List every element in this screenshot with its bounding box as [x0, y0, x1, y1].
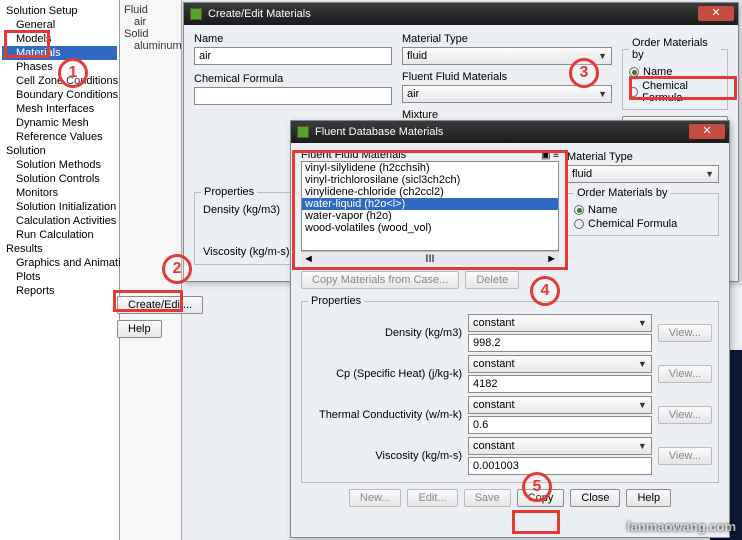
close-icon[interactable]: ✕ — [689, 124, 725, 139]
chemical-formula-label: Chemical Formula — [194, 73, 392, 85]
dialog-title: Create/Edit Materials — [208, 8, 311, 20]
nav-item[interactable]: Solution Initialization — [2, 200, 117, 214]
material-type-label: Material Type — [567, 151, 719, 163]
view-button[interactable]: View... — [658, 406, 712, 424]
chemical-formula-input[interactable] — [194, 87, 392, 105]
nav-item[interactable]: Mesh Interfaces — [2, 102, 117, 116]
nav-header-solution: Solution — [2, 144, 117, 158]
scroll-right-icon[interactable]: ► — [546, 253, 557, 265]
new-button[interactable]: New... — [349, 489, 402, 507]
nav-item[interactable]: Monitors — [2, 186, 117, 200]
thermal-conductivity-label: Thermal Conductivity (w/m-k) — [308, 409, 462, 421]
nav-item[interactable]: Calculation Activities — [2, 214, 117, 228]
app-icon — [190, 8, 202, 20]
nav-item[interactable]: Run Calculation — [2, 228, 117, 242]
list-item[interactable]: wood-volatiles (wood_vol) — [302, 222, 558, 234]
nav-item[interactable]: Solution Methods — [2, 158, 117, 172]
name-input[interactable] — [194, 47, 392, 65]
edit-button[interactable]: Edit... — [407, 489, 457, 507]
help-button[interactable]: Help — [117, 320, 162, 338]
nav-header-results: Results — [2, 242, 117, 256]
nav-item[interactable]: Solution Controls — [2, 172, 117, 186]
order-materials-group: Order Materials by Name Chemical Formula — [622, 37, 728, 110]
chevron-down-icon: ▼ — [598, 89, 607, 99]
tree-node-fluid[interactable]: Fluid — [120, 4, 181, 16]
cp-value-input[interactable] — [468, 375, 652, 393]
outline-tree: Solution Setup General Models Materials … — [0, 0, 120, 540]
fluent-database-materials-dialog: Fluent Database Materials ✕ Fluent Fluid… — [290, 120, 730, 538]
viscosity-label: Viscosity (kg/m-s) — [203, 246, 290, 258]
dialog-title: Fluent Database Materials — [315, 126, 443, 138]
list-item[interactable]: water-vapor (h2o) — [302, 210, 558, 222]
nav-item[interactable]: Boundary Conditions — [2, 88, 117, 102]
save-button[interactable]: Save — [464, 489, 511, 507]
help-button[interactable]: Help — [626, 489, 671, 507]
nav-item[interactable]: Reports — [2, 284, 117, 298]
nav-item[interactable]: Dynamic Mesh — [2, 116, 117, 130]
tree-node-air[interactable]: air — [120, 16, 181, 28]
order-by-formula-radio[interactable]: Chemical Formula — [629, 79, 721, 105]
list-item[interactable]: vinyl-silylidene (h2cchsih) — [302, 162, 558, 174]
properties-group: Properties Density (kg/m3) constant▼ Vie… — [301, 295, 719, 483]
app-icon — [297, 126, 309, 138]
order-by-name-radio[interactable]: Name — [629, 65, 721, 79]
thermal-conductivity-method-dropdown[interactable]: constant▼ — [468, 396, 652, 414]
close-button[interactable]: Close — [570, 489, 620, 507]
view-button[interactable]: View... — [658, 365, 712, 383]
dialog-titlebar[interactable]: Create/Edit Materials ✕ — [184, 3, 738, 25]
cp-label: Cp (Specific Heat) (j/kg-k) — [308, 368, 462, 380]
viscosity-value-input[interactable] — [468, 457, 652, 475]
dialog-titlebar[interactable]: Fluent Database Materials ✕ — [291, 121, 729, 143]
chevron-down-icon: ▼ — [705, 169, 714, 179]
order-materials-group: Order Materials by Name Chemical Formula — [567, 187, 719, 236]
delete-button[interactable]: Delete — [465, 271, 519, 289]
fluent-fluid-materials-label: Fluent Fluid Materials — [301, 149, 406, 161]
material-type-dropdown[interactable]: fluid▼ — [567, 165, 719, 183]
density-value-input[interactable] — [468, 334, 652, 352]
nav-item[interactable]: Plots — [2, 270, 117, 284]
viscosity-method-dropdown[interactable]: constant▼ — [468, 437, 652, 455]
order-by-name-radio[interactable]: Name — [574, 203, 712, 217]
fluent-fluid-materials-label: Fluent Fluid Materials — [402, 71, 612, 83]
density-method-dropdown[interactable]: constant▼ — [468, 314, 652, 332]
viscosity-label: Viscosity (kg/m-s) — [308, 450, 462, 462]
nav-item-materials[interactable]: Materials — [2, 46, 117, 60]
nav-item[interactable]: Models — [2, 32, 117, 46]
watermark: lanmaowang.com — [627, 519, 736, 534]
nav-item[interactable]: Graphics and Animations — [2, 256, 117, 270]
order-by-formula-radio[interactable]: Chemical Formula — [574, 217, 712, 231]
copy-button[interactable]: Copy — [517, 489, 565, 507]
density-label: Density (kg/m3) — [308, 327, 462, 339]
copy-from-case-button[interactable]: Copy Materials from Case... — [301, 271, 459, 289]
material-type-label: Material Type — [402, 33, 612, 45]
close-icon[interactable]: ✕ — [698, 6, 734, 21]
nav-item[interactable]: Reference Values — [2, 130, 117, 144]
cp-method-dropdown[interactable]: constant▼ — [468, 355, 652, 373]
view-button[interactable]: View... — [658, 324, 712, 342]
chevron-down-icon: ▼ — [598, 51, 607, 61]
tree-node-aluminum[interactable]: aluminum — [120, 40, 181, 52]
nav-header-setup: Solution Setup — [2, 4, 117, 18]
materials-listbox[interactable]: vinyl-silylidene (h2cchsih) vinyl-trichl… — [301, 161, 559, 251]
list-icons[interactable]: ▣ ≡ — [541, 150, 559, 161]
list-item-selected[interactable]: water-liquid (h2o<l>) — [302, 198, 558, 210]
name-label: Name — [194, 33, 392, 45]
scroll-left-icon[interactable]: ◄ — [303, 253, 314, 265]
list-item[interactable]: vinyl-trichlorosilane (sicl3ch2ch) — [302, 174, 558, 186]
nav-item[interactable]: General — [2, 18, 117, 32]
create-edit-button[interactable]: Create/Edit... — [117, 296, 203, 314]
nav-item[interactable]: Cell Zone Conditions — [2, 74, 117, 88]
view-button[interactable]: View... — [658, 447, 712, 465]
materials-tree: Fluid air Solid aluminum — [120, 0, 182, 540]
fluent-fluid-materials-dropdown[interactable]: air▼ — [402, 85, 612, 103]
list-item[interactable]: vinylidene-chloride (ch2ccl2) — [302, 186, 558, 198]
nav-item[interactable]: Phases — [2, 60, 117, 74]
material-type-dropdown[interactable]: fluid▼ — [402, 47, 612, 65]
tree-node-solid[interactable]: Solid — [120, 28, 181, 40]
thermal-conductivity-value-input[interactable] — [468, 416, 652, 434]
density-label: Density (kg/m3) — [203, 204, 280, 216]
list-scrollbar[interactable]: ◄ III ► — [301, 251, 559, 265]
